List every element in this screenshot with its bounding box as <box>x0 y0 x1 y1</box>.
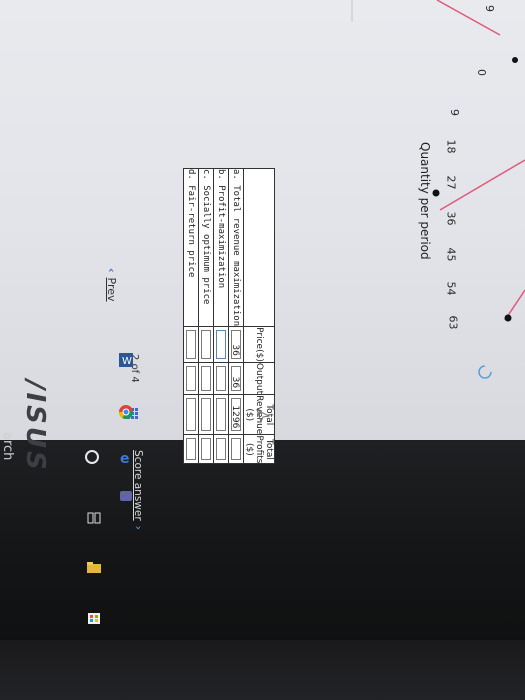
profits-input-b[interactable] <box>216 438 226 461</box>
table-row: d. Fair-return price <box>183 168 199 464</box>
mouse-cursor-icon <box>256 409 271 424</box>
header-blank <box>243 168 275 327</box>
header-price: Price($) <box>243 326 275 363</box>
data-point[interactable] <box>504 314 512 322</box>
row-label-a: a. Total revenue maximization <box>228 168 244 327</box>
price-input-a[interactable]: 36 <box>230 330 241 359</box>
x-tick-63: 63 <box>446 315 460 330</box>
cell-revenue-a: 1296 <box>228 394 244 435</box>
svg-text:e: e <box>120 451 130 466</box>
cell-output-a: 36 <box>228 362 244 395</box>
cell-output-d <box>183 362 199 395</box>
cell-profits-d <box>183 434 199 464</box>
output-input-a[interactable]: 36 <box>230 365 241 392</box>
edge-icon[interactable]: e <box>118 450 134 466</box>
revenue-input-c[interactable] <box>201 398 211 432</box>
x-axis-label: Quantity per period <box>418 142 432 260</box>
cell-profits-c <box>198 434 214 464</box>
data-point[interactable] <box>432 189 440 197</box>
profits-input-c[interactable] <box>201 438 211 461</box>
search-text[interactable]: arch <box>0 432 15 460</box>
screen: 9 0 9 18 27 36 45 54 63 Quantity per per… <box>0 0 525 700</box>
cell-revenue-b <box>213 394 229 435</box>
prev-label: Prev <box>105 277 118 302</box>
x-tick-27: 27 <box>444 175 458 190</box>
table-row: b. Profit-maximization <box>213 168 229 464</box>
price-input-d[interactable] <box>186 330 196 359</box>
header-profits: Total Profits ($) <box>243 434 275 464</box>
page-total: 4 <box>129 376 140 383</box>
row-label-d: d. Fair-return price <box>183 168 199 327</box>
header-output: Output <box>243 362 275 395</box>
chrome-icon[interactable] <box>118 404 134 420</box>
price-input-b[interactable] <box>216 330 226 359</box>
task-view-icon[interactable] <box>86 510 102 526</box>
profits-input-a[interactable] <box>231 438 241 461</box>
row-label-c: c. Socially optimum price <box>198 168 214 327</box>
file-explorer-icon[interactable] <box>86 560 102 576</box>
x-tick-0: 0 <box>475 69 488 76</box>
cell-price-b <box>213 326 229 363</box>
chevron-right-icon: › <box>132 525 144 530</box>
prev-button[interactable]: ‹ Prev <box>105 268 118 302</box>
y-tick-top: 9 <box>483 5 496 12</box>
revenue-input-d[interactable] <box>186 398 196 432</box>
output-input-b[interactable] <box>216 365 226 392</box>
cell-profits-a <box>228 434 244 464</box>
laptop-body <box>0 640 525 700</box>
cell-output-c <box>198 362 214 395</box>
x-tick-54: 54 <box>444 281 458 296</box>
output-input-c[interactable] <box>201 365 211 392</box>
x-tick-9: 9 <box>448 109 461 116</box>
cell-output-b <box>213 362 229 395</box>
x-tick-36: 36 <box>444 211 458 226</box>
cell-price-c <box>198 326 214 363</box>
cell-revenue-d <box>183 394 199 435</box>
teams-icon[interactable] <box>118 488 134 504</box>
cell-price-a: 36 <box>228 326 244 363</box>
svg-text:W: W <box>122 356 132 367</box>
cell-profits-b <box>213 434 229 464</box>
row-label-b: b. Profit-maximization <box>213 168 229 327</box>
store-icon[interactable] <box>86 610 102 626</box>
x-tick-18: 18 <box>444 139 458 154</box>
loading-circle-icon <box>478 365 492 379</box>
cell-revenue-c <box>198 394 214 435</box>
cell-price-d <box>183 326 199 363</box>
data-point[interactable] <box>512 57 518 63</box>
x-tick-45: 45 <box>444 247 458 262</box>
chevron-left-icon: ‹ <box>105 268 118 273</box>
price-input-c[interactable] <box>201 330 211 359</box>
output-input-d[interactable] <box>186 365 196 392</box>
word-icon[interactable]: W <box>118 352 134 368</box>
revenue-input-a[interactable]: 1296 <box>230 398 241 432</box>
profits-input-d[interactable] <box>186 438 196 461</box>
revenue-input-b[interactable] <box>216 398 226 432</box>
cortana-circle-icon[interactable] <box>84 449 100 465</box>
table-row: c. Socially optimum price <box>198 168 214 464</box>
table-row: a. Total revenue maximization 36 36 1296 <box>228 168 244 464</box>
asus-logo: /ISUS <box>20 380 50 473</box>
